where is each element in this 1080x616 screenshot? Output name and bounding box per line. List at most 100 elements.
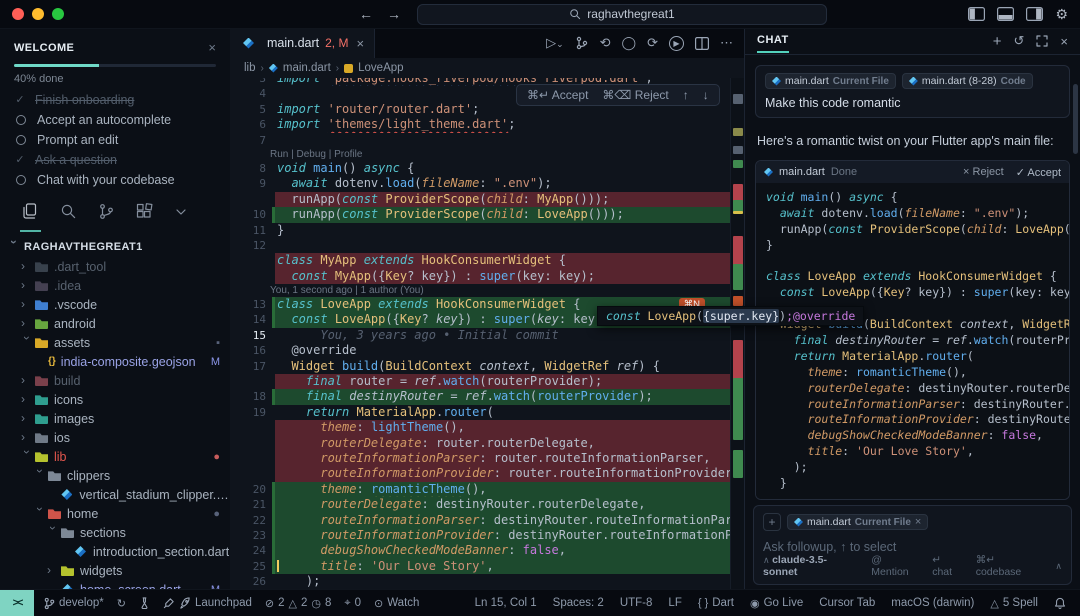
tree-folder-build[interactable]: ›build: [0, 371, 230, 390]
model-selector[interactable]: ∧ claude-3.5-sonnet: [763, 554, 861, 578]
problems-button[interactable]: ⊘2 △2 ◷8: [265, 597, 332, 610]
git-branch-status[interactable]: develop*: [44, 597, 104, 610]
tree-folder-images[interactable]: ›images: [0, 409, 230, 428]
code-line[interactable]: const MyApp({Key? key}) : super(key: key…: [230, 269, 745, 284]
chat-history-icon[interactable]: ↺: [1014, 33, 1025, 49]
code-line[interactable]: 8void main() async {: [230, 161, 745, 176]
tree-folder-lib[interactable]: ›lib●: [0, 447, 230, 466]
flask-icon[interactable]: [139, 597, 150, 609]
toggle-primary-sidebar-icon[interactable]: [968, 7, 985, 21]
chat-tab[interactable]: CHAT: [757, 34, 789, 49]
remote-indicator[interactable]: ><: [0, 590, 34, 616]
code-line[interactable]: routeInformationProvider: router.routeIn…: [230, 466, 745, 481]
accept-codeblock-button[interactable]: ✓ Accept: [1016, 166, 1061, 179]
os-status[interactable]: macOS (darwin): [891, 597, 974, 609]
accept-diff-button[interactable]: ⌘↵ Accept: [527, 88, 588, 102]
tree-folder-ios[interactable]: ›ios: [0, 428, 230, 447]
minimize-window-button[interactable]: [32, 8, 44, 20]
tree-folder-clippers[interactable]: ›clippers: [0, 466, 230, 485]
go-live-button[interactable]: ◉Go Live: [750, 597, 803, 610]
close-tab-icon[interactable]: ×: [356, 36, 364, 51]
send-codebase-hint[interactable]: ⌘↵ codebase: [976, 554, 1044, 578]
code-line[interactable]: 25 title: 'Our Love Story',: [230, 559, 745, 574]
code-line[interactable]: 21 routerDelegate: destinyRouter.routerD…: [230, 497, 745, 512]
tree-file-vertical-stadium-clipper-dart[interactable]: vertical_stadium_clipper.dart: [0, 485, 230, 504]
code-lens[interactable]: Run | Debug | Profile: [230, 148, 745, 161]
toggle-panel-icon[interactable]: [997, 7, 1014, 21]
welcome-item[interactable]: ✓Ask a question: [14, 154, 216, 165]
add-context-button[interactable]: +: [763, 513, 781, 531]
search-icon[interactable]: [60, 203, 77, 225]
settings-gear-icon[interactable]: ⚙: [1055, 6, 1068, 23]
run-debug-button[interactable]: ▷⌄: [546, 35, 564, 51]
overview-ruler[interactable]: [730, 78, 745, 590]
extensions-icon[interactable]: [136, 203, 153, 225]
reject-diff-button[interactable]: ⌘⌫ Reject: [602, 88, 668, 102]
notifications-bell-icon[interactable]: [1054, 597, 1066, 610]
code-line[interactable]: 10 runApp(const ProviderScope(child: Lov…: [230, 207, 745, 222]
chevron-down-icon[interactable]: [174, 205, 188, 224]
previous-change-icon[interactable]: ⟲: [600, 35, 611, 51]
close-chat-icon[interactable]: ×: [1060, 34, 1068, 49]
cursor-position-status[interactable]: Ln 15, Col 1: [475, 597, 537, 609]
tree-folder-assets[interactable]: ›assets▪: [0, 333, 230, 352]
code-line[interactable]: 20 theme: romanticTheme(),: [230, 482, 745, 497]
welcome-item[interactable]: ✓Finish onboarding: [14, 94, 216, 105]
breadcrumb[interactable]: lib› main.dart› LoveApp: [230, 58, 745, 78]
previous-diff-icon[interactable]: ↑: [683, 88, 689, 102]
send-chat-hint[interactable]: ↵ chat: [932, 554, 964, 578]
eol-status[interactable]: LF: [668, 597, 681, 609]
tab-main-dart[interactable]: main.dart 2, M ×: [230, 28, 375, 58]
explorer-root[interactable]: › RAGHAVTHEGREAT1: [0, 237, 230, 257]
tree-file-introduction-section-dart[interactable]: introduction_section.dart: [0, 542, 230, 561]
split-editor-icon[interactable]: [695, 37, 709, 50]
code-line[interactable]: final router = ref.watch(routerProvider)…: [230, 374, 745, 389]
history-back-button[interactable]: ←: [359, 6, 373, 22]
indentation-status[interactable]: Spaces: 2: [553, 597, 604, 609]
ports-button[interactable]: ⌖0: [344, 597, 361, 610]
revert-change-icon[interactable]: ◯: [622, 35, 637, 51]
new-chat-icon[interactable]: +: [993, 33, 1002, 50]
more-actions-icon[interactable]: ⋯: [720, 35, 733, 51]
spell-checker-status[interactable]: △5 Spell: [990, 597, 1038, 610]
sync-changes-button[interactable]: ↻: [117, 597, 126, 610]
chat-scrollbar[interactable]: [1073, 84, 1078, 154]
expand-chat-icon[interactable]: [1036, 35, 1048, 47]
tree-folder-home[interactable]: ›home●: [0, 504, 230, 523]
code-line[interactable]: 18 final destinyRouter = ref.watch(route…: [230, 389, 745, 404]
welcome-item[interactable]: Chat with your codebase: [14, 174, 216, 185]
language-mode-status[interactable]: { }Dart: [698, 597, 734, 609]
explorer-files-icon[interactable]: [22, 203, 39, 225]
history-forward-button[interactable]: →: [387, 6, 401, 22]
code-line[interactable]: 11}: [230, 223, 745, 238]
mention-button[interactable]: @ Mention: [871, 554, 922, 578]
code-line[interactable]: routeInformationParser: router.routeInfo…: [230, 451, 745, 466]
close-welcome-icon[interactable]: ×: [208, 40, 216, 55]
code-line[interactable]: 26 );: [230, 574, 745, 589]
code-line[interactable]: theme: lightTheme(),: [230, 420, 745, 435]
command-center-search[interactable]: raghavthegreat1: [417, 4, 827, 25]
next-diff-icon[interactable]: ↓: [703, 88, 709, 102]
code-line[interactable]: 15 You, 3 years ago • Initial commit: [230, 328, 745, 343]
code-line[interactable]: 23 routeInformationProvider: destinyRout…: [230, 528, 745, 543]
code-line[interactable]: 6import 'themes/light_theme.dart';: [230, 117, 745, 132]
toggle-secondary-sidebar-icon[interactable]: [1026, 7, 1043, 21]
tree-folder-icons[interactable]: ›icons: [0, 390, 230, 409]
context-chip-current-file[interactable]: main.dart Current File: [765, 73, 896, 89]
remove-chip-icon[interactable]: ×: [915, 516, 921, 528]
code-area[interactable]: 3import 'package:hooks_riverpod/hooks_ri…: [230, 78, 745, 590]
code-line[interactable]: class MyApp extends HookConsumerWidget {: [230, 253, 745, 268]
cursor-tab-status[interactable]: Cursor Tab: [819, 597, 875, 609]
tree-folder-sections[interactable]: ›sections: [0, 523, 230, 542]
code-line[interactable]: 16 @override: [230, 343, 745, 358]
run-file-icon[interactable]: ▶: [669, 36, 684, 51]
chevron-up-icon[interactable]: ∧: [1055, 561, 1062, 572]
code-line[interactable]: 24 debugShowCheckedModeBanner: false,: [230, 543, 745, 558]
code-line[interactable]: 7: [230, 133, 745, 148]
welcome-item[interactable]: Prompt an edit: [14, 134, 216, 145]
tree-folder--idea[interactable]: ›.idea: [0, 276, 230, 295]
code-line[interactable]: routerDelegate: router.routerDelegate,: [230, 436, 745, 451]
launchpad-button[interactable]: Launchpad: [163, 597, 252, 609]
source-control-graph-icon[interactable]: [575, 36, 589, 50]
source-control-icon[interactable]: [98, 203, 115, 225]
